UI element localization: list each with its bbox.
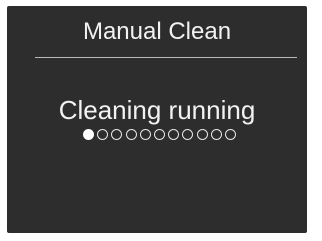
progress-dot-empty (125, 128, 137, 140)
screen-title: Manual Clean (82, 18, 232, 45)
progress-dot-empty (111, 128, 123, 140)
status-text: Cleaning running (58, 95, 256, 125)
progress-dot-empty (97, 128, 109, 140)
progress-dot-filled (83, 128, 94, 140)
progress-dot-empty (196, 128, 208, 140)
title-divider (35, 57, 297, 58)
progress-dot-empty (153, 128, 165, 140)
progress-dot-empty (139, 128, 151, 140)
progress-dot-empty (210, 128, 222, 140)
display-screen: Manual Clean Cleaning running (7, 6, 307, 233)
progress-dot-empty (224, 128, 236, 140)
progress-dot-empty (168, 128, 180, 140)
progress-indicator (83, 127, 239, 141)
progress-dot-empty (182, 128, 194, 140)
